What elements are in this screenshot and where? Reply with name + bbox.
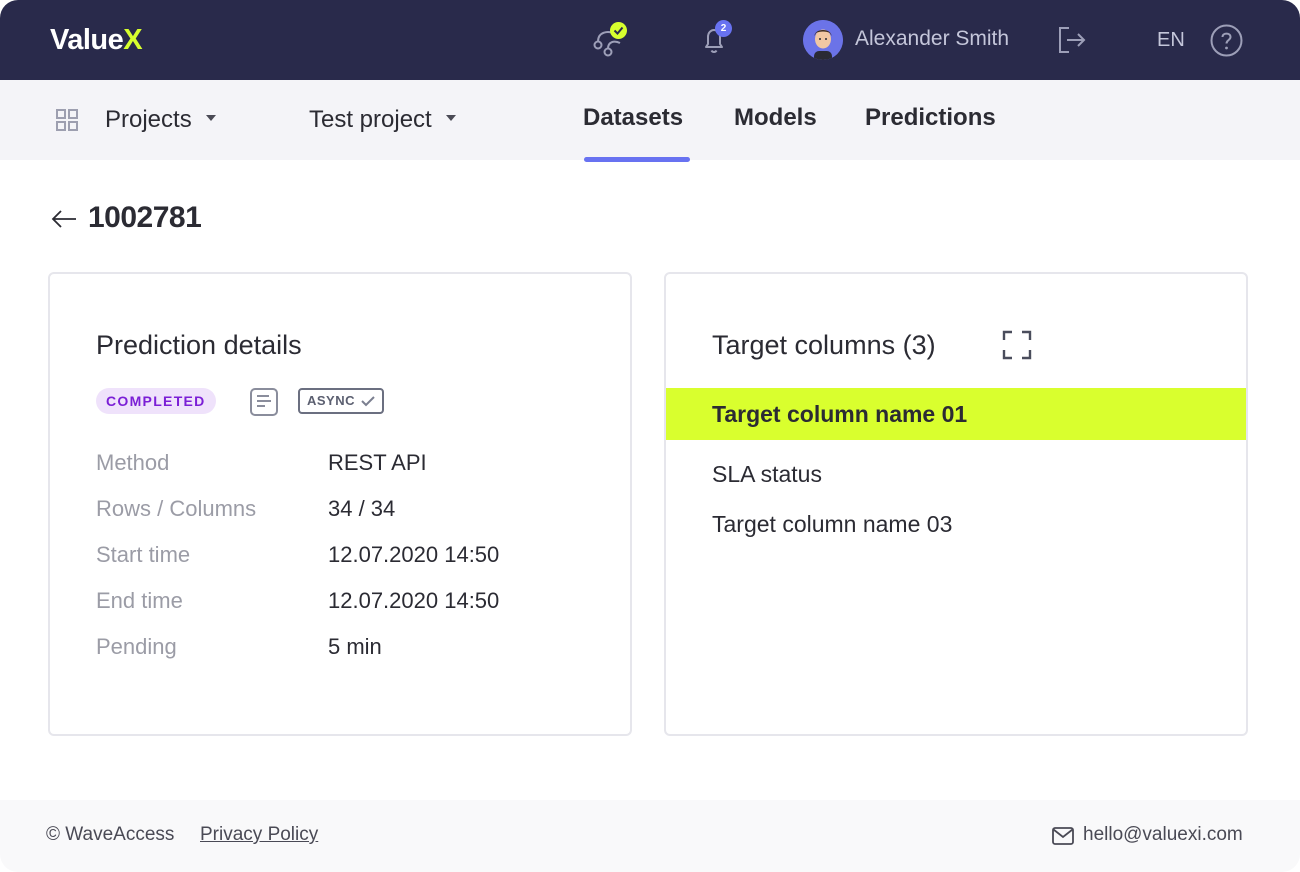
rows-columns-label: Rows / Columns	[96, 496, 257, 521]
mail-icon	[1052, 827, 1074, 845]
logout-icon	[1059, 27, 1086, 53]
logo[interactable]: ValueX	[50, 24, 143, 57]
end-time-value: 12.07.2020 14:50	[328, 588, 500, 613]
method-label: Method	[96, 450, 170, 475]
prediction-details-title: Prediction details	[96, 330, 302, 360]
privacy-policy-link[interactable]: Privacy Policy	[200, 824, 318, 846]
prediction-details-card: Prediction details COMPLETED ASYNC Metho…	[48, 272, 632, 736]
avatar[interactable]	[803, 20, 843, 60]
footer: © WaveAccess Privacy Policy hello@valuex…	[0, 800, 1300, 872]
logo-accent: X	[123, 24, 143, 56]
target-column-item[interactable]: Target column name 01	[666, 388, 1246, 440]
expand-icon[interactable]	[1002, 330, 1032, 360]
project-dropdown[interactable]: Test project	[309, 106, 456, 134]
start-time-value: 12.07.2020 14:50	[328, 542, 500, 567]
tab-datasets[interactable]: Datasets	[583, 104, 683, 132]
project-nav-bar: Projects Test project Datasets Models Pr…	[0, 80, 1300, 160]
notification-count-badge: 2	[715, 20, 732, 37]
target-column-item[interactable]: SLA status	[666, 448, 1246, 500]
project-dropdown-label: Test project	[309, 106, 432, 133]
chevron-down-icon	[445, 114, 456, 121]
target-columns-card: Target columns (3) Target column name 01…	[664, 272, 1248, 736]
rows-columns-value: 34 / 34	[328, 496, 396, 521]
async-badge: ASYNC	[298, 388, 384, 414]
active-tab-indicator	[584, 157, 690, 162]
logo-text: Value	[50, 24, 124, 56]
tab-predictions[interactable]: Predictions	[865, 104, 996, 132]
top-bar: ValueX 2 Alexander Smith EN	[0, 0, 1300, 80]
contact-email-link[interactable]: hello@valuexi.com	[1083, 824, 1243, 846]
pipeline-status-button[interactable]	[590, 22, 627, 58]
method-value: REST API	[328, 450, 427, 475]
target-columns-title: Target columns (3)	[712, 330, 936, 360]
page-title: 1002781	[88, 201, 202, 234]
check-icon	[361, 396, 375, 407]
async-badge-label: ASYNC	[307, 393, 356, 408]
copyright-text: © WaveAccess	[46, 824, 175, 845]
user-name[interactable]: Alexander Smith	[855, 27, 1009, 51]
document-icon[interactable]	[250, 388, 278, 416]
back-arrow-icon[interactable]	[50, 206, 78, 232]
projects-dropdown[interactable]: Projects	[105, 106, 216, 134]
status-badge: COMPLETED	[96, 388, 216, 414]
tab-models[interactable]: Models	[734, 104, 817, 132]
grid-icon[interactable]	[56, 109, 78, 131]
help-icon	[1210, 24, 1243, 57]
notifications-button[interactable]: 2	[697, 20, 733, 58]
start-time-label: Start time	[96, 542, 191, 567]
projects-dropdown-label: Projects	[105, 106, 192, 133]
target-column-item[interactable]: Target column name 03	[666, 498, 1246, 550]
check-icon	[613, 26, 624, 35]
help-button[interactable]	[1210, 24, 1243, 57]
pending-value: 5 min	[328, 634, 382, 659]
language-switcher[interactable]: EN	[1157, 29, 1185, 52]
chevron-down-icon	[205, 114, 216, 121]
user-avatar-icon	[803, 20, 843, 60]
end-time-label: End time	[96, 588, 183, 613]
pending-label: Pending	[96, 634, 177, 659]
success-check-badge	[610, 22, 627, 39]
logout-button[interactable]	[1056, 24, 1088, 56]
